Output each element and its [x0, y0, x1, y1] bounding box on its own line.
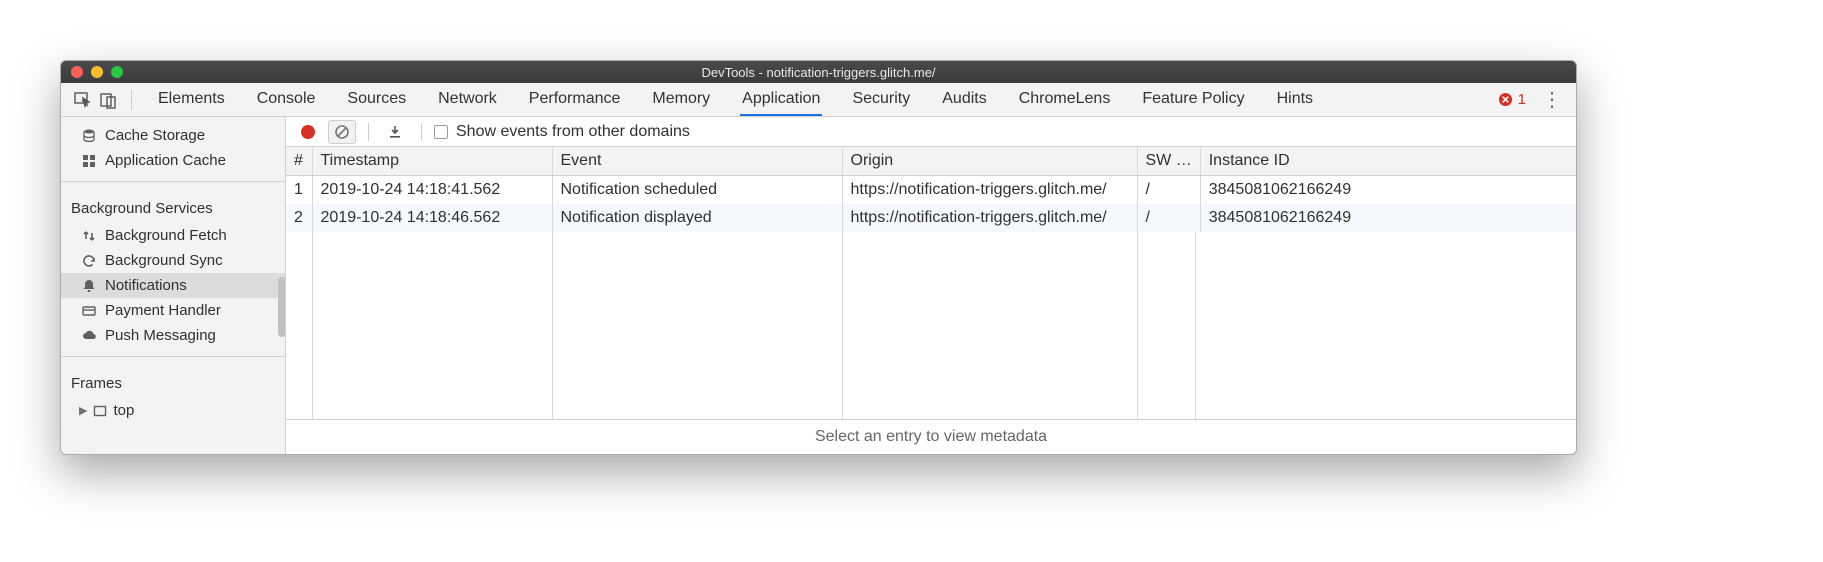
- database-icon: [81, 128, 97, 144]
- titlebar: DevTools - notification-triggers.glitch.…: [61, 61, 1576, 83]
- cell-ev: Notification displayed: [552, 204, 842, 232]
- tab-hints[interactable]: Hints: [1275, 84, 1315, 115]
- frame-icon: [93, 404, 107, 418]
- error-count: 1: [1518, 91, 1526, 108]
- download-icon: [387, 124, 403, 140]
- table-header-row: #TimestampEventOriginSW …Instance ID: [286, 147, 1576, 176]
- tab-console[interactable]: Console: [255, 84, 318, 115]
- sidebar-item-label: Cache Storage: [105, 127, 205, 144]
- tab-sources[interactable]: Sources: [345, 84, 408, 115]
- cell-n: 2: [286, 204, 312, 232]
- separator: [131, 90, 132, 110]
- sidebar-item-label: Background Sync: [105, 252, 223, 269]
- column-header[interactable]: Instance ID: [1200, 147, 1576, 176]
- tab-audits[interactable]: Audits: [940, 84, 988, 115]
- sidebar-item-notifications[interactable]: Notifications: [61, 273, 285, 298]
- cell-or: https://notification-triggers.glitch.me/: [842, 176, 1137, 205]
- cell-id: 3845081062166249: [1200, 204, 1576, 232]
- cell-sw: /: [1137, 204, 1200, 232]
- main-panel: Show events from other domains #Timestam…: [286, 117, 1576, 454]
- record-button[interactable]: [294, 120, 322, 144]
- transfer-icon: [81, 228, 97, 244]
- kebab-menu-icon[interactable]: ⋮: [1536, 87, 1568, 112]
- sidebar-item-background-sync[interactable]: Background Sync: [61, 248, 285, 273]
- sidebar-item-label: Payment Handler: [105, 302, 221, 319]
- separator: [421, 123, 422, 141]
- sidebar-item-frames-top[interactable]: ▶ top: [61, 398, 285, 423]
- tab-memory[interactable]: Memory: [650, 84, 712, 115]
- inspect-icon[interactable]: [69, 87, 95, 113]
- devtools-tabstrip: Elements Console Sources Network Performance…: [61, 83, 1576, 117]
- disclosure-triangle-icon[interactable]: ▶: [79, 404, 87, 417]
- column-header[interactable]: Event: [552, 147, 842, 176]
- tab-application[interactable]: Application: [740, 84, 822, 116]
- cell-sw: /: [1137, 176, 1200, 205]
- record-icon: [301, 125, 315, 139]
- panel-body: Cache Storage Application Cache Backgroun…: [61, 117, 1576, 454]
- column-header[interactable]: Origin: [842, 147, 1137, 176]
- separator: [61, 356, 285, 357]
- application-sidebar: Cache Storage Application Cache Backgroun…: [61, 117, 286, 454]
- cloud-icon: [81, 328, 97, 344]
- table-row[interactable]: 12019-10-24 14:18:41.562Notification sch…: [286, 176, 1576, 205]
- tab-network[interactable]: Network: [436, 84, 499, 115]
- window-title: DevTools - notification-triggers.glitch.…: [61, 65, 1576, 80]
- table-row[interactable]: 22019-10-24 14:18:46.562Notification dis…: [286, 204, 1576, 232]
- frames-top-label: top: [113, 402, 134, 419]
- sidebar-item-push-messaging[interactable]: Push Messaging: [61, 323, 285, 348]
- sidebar-item-label: Background Fetch: [105, 227, 227, 244]
- checkbox-icon: [434, 125, 448, 139]
- table-empty-area: [286, 232, 1576, 420]
- tab-security[interactable]: Security: [850, 84, 912, 115]
- devtools-tabs: Elements Console Sources Network Performance…: [142, 84, 1315, 115]
- events-toolbar: Show events from other domains: [286, 117, 1576, 147]
- events-table: #TimestampEventOriginSW …Instance ID 120…: [286, 147, 1576, 454]
- sidebar-section-header: Frames: [61, 365, 285, 398]
- sidebar-item-label: Push Messaging: [105, 327, 216, 344]
- cell-ev: Notification scheduled: [552, 176, 842, 205]
- cell-or: https://notification-triggers.glitch.me/: [842, 204, 1137, 232]
- bell-icon: [81, 278, 97, 294]
- cell-id: 3845081062166249: [1200, 176, 1576, 205]
- column-header[interactable]: SW …: [1137, 147, 1200, 176]
- table-body: 12019-10-24 14:18:41.562Notification sch…: [286, 176, 1576, 233]
- sync-icon: [81, 253, 97, 269]
- tab-chromelens[interactable]: ChromeLens: [1017, 84, 1113, 115]
- separator: [61, 181, 285, 182]
- sidebar-item-payment-handler[interactable]: Payment Handler: [61, 298, 285, 323]
- error-badge[interactable]: 1: [1498, 91, 1526, 108]
- cell-n: 1: [286, 176, 312, 205]
- cell-ts: 2019-10-24 14:18:41.562: [312, 176, 552, 205]
- sidebar-item-cache-storage[interactable]: Cache Storage: [61, 123, 285, 148]
- checkbox-label: Show events from other domains: [456, 123, 690, 141]
- details-placeholder: Select an entry to view metadata: [286, 420, 1576, 454]
- card-icon: [81, 303, 97, 319]
- sidebar-section-header: Background Services: [61, 190, 285, 223]
- sidebar-item-application-cache[interactable]: Application Cache: [61, 148, 285, 173]
- clear-button[interactable]: [328, 120, 356, 144]
- tab-feature-policy[interactable]: Feature Policy: [1140, 84, 1246, 115]
- device-toolbar-icon[interactable]: [95, 87, 121, 113]
- devtools-window: DevTools - notification-triggers.glitch.…: [60, 60, 1577, 455]
- clear-icon: [334, 124, 350, 140]
- tab-elements[interactable]: Elements: [156, 84, 227, 115]
- download-button[interactable]: [381, 120, 409, 144]
- cell-ts: 2019-10-24 14:18:46.562: [312, 204, 552, 232]
- show-other-domains-checkbox[interactable]: Show events from other domains: [434, 123, 690, 141]
- column-header[interactable]: #: [286, 147, 312, 176]
- grid-icon: [81, 153, 97, 169]
- separator: [368, 123, 369, 141]
- tab-performance[interactable]: Performance: [527, 84, 623, 115]
- sidebar-item-label: Application Cache: [105, 152, 226, 169]
- column-header[interactable]: Timestamp: [312, 147, 552, 176]
- sidebar-item-background-fetch[interactable]: Background Fetch: [61, 223, 285, 248]
- sidebar-item-label: Notifications: [105, 277, 187, 294]
